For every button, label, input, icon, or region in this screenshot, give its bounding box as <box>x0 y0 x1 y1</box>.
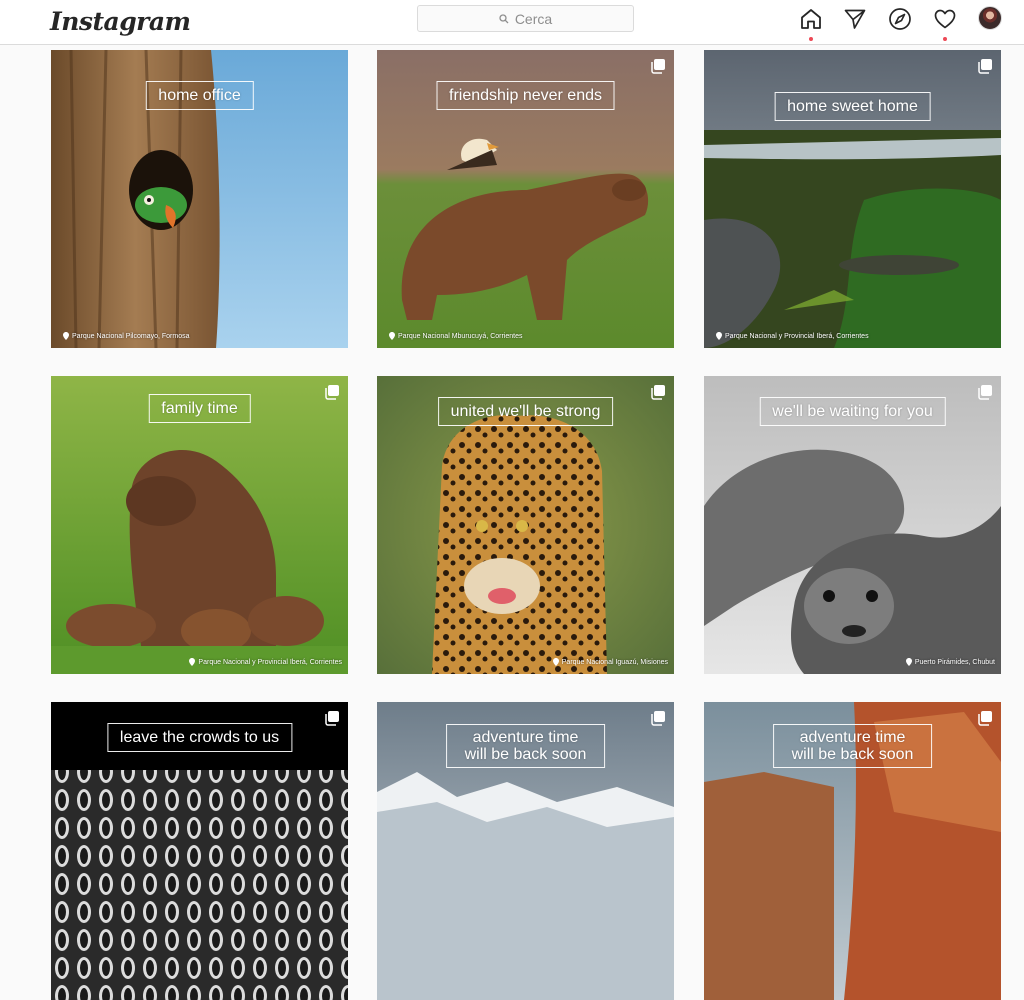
multiple-photos-icon <box>651 385 665 400</box>
home-button[interactable] <box>798 6 824 41</box>
caption-line: adventure time <box>472 729 579 746</box>
post-location: Puerto Pirámides, Chubut <box>905 658 995 666</box>
location-pin-icon <box>905 658 912 666</box>
post-location-text: Puerto Pirámides, Chubut <box>914 658 995 666</box>
post-tile-adventure-time-2[interactable]: adventure time will be back soon <box>704 702 1001 1000</box>
activity-notification-dot <box>943 37 947 41</box>
post-tile-friendship-never-ends[interactable]: friendship never ends Parque Nacional Mb… <box>377 50 674 348</box>
caption-line: will be back soon <box>791 746 914 763</box>
post-tile-well-be-waiting-for-you[interactable]: we'll be waiting for you Puerto Pirámide… <box>704 376 1001 674</box>
location-pin-icon <box>716 332 722 340</box>
post-caption-box: adventure time will be back soon <box>445 724 606 768</box>
post-caption-box: home office <box>145 81 254 110</box>
post-location-text: Parque Nacional Iguazú, Misiones <box>561 658 668 666</box>
post-tile-leave-the-crowds-to-us[interactable]: leave the crowds to us <box>51 702 348 1000</box>
search-icon <box>499 13 509 23</box>
caption-line: will be back soon <box>464 746 587 763</box>
home-notification-dot <box>809 37 813 41</box>
location-pin-icon <box>63 332 69 340</box>
post-tile-home-sweet-home[interactable]: home sweet home Parque Nacional y Provin… <box>704 50 1001 348</box>
profile-avatar[interactable] <box>978 6 1002 30</box>
post-tile-home-office[interactable]: home office Parque Nacional Pilcomayo, F… <box>51 50 348 348</box>
multiple-photos-icon <box>978 385 992 400</box>
post-caption-box: united we'll be strong <box>437 397 614 426</box>
explore-button[interactable] <box>887 6 913 32</box>
post-caption-box: we'll be waiting for you <box>759 397 946 426</box>
post-location: Parque Nacional y Provincial Iberá, Corr… <box>716 332 869 340</box>
post-location: Parque Nacional Pilcomayo, Formosa <box>63 332 190 340</box>
post-tile-family-time[interactable]: family time Parque Nacional y Provincial… <box>51 376 348 674</box>
activity-heart-icon <box>934 9 956 29</box>
post-location-text: Parque Nacional y Provincial Iberá, Corr… <box>198 658 342 666</box>
post-tile-united-well-be-strong[interactable]: united we'll be strong Parque Nacional I… <box>377 376 674 674</box>
caption-line: adventure time <box>799 729 906 746</box>
search-box[interactable]: Cerca <box>417 5 634 32</box>
post-location: Parque Nacional y Provincial Iberá, Corr… <box>189 658 342 666</box>
post-location: Parque Nacional Iguazú, Misiones <box>552 658 668 666</box>
post-caption-box: adventure time will be back soon <box>772 724 933 768</box>
post-location-text: Parque Nacional y Provincial Iberá, Corr… <box>725 332 869 340</box>
home-icon <box>801 9 821 29</box>
multiple-photos-icon <box>978 59 992 74</box>
post-caption-box: leave the crowds to us <box>106 723 293 752</box>
multiple-photos-icon <box>651 711 665 726</box>
top-navigation-bar: Instagram Cerca <box>0 0 1024 45</box>
multiple-photos-icon <box>651 59 665 74</box>
multiple-photos-icon <box>325 385 339 400</box>
post-caption-box: home sweet home <box>774 92 931 121</box>
direct-button[interactable] <box>842 6 868 32</box>
explore-compass-icon <box>889 8 911 30</box>
instagram-logo[interactable]: Instagram <box>50 2 191 42</box>
location-pin-icon <box>552 658 559 666</box>
activity-button[interactable] <box>932 6 958 41</box>
post-location-text: Parque Nacional Pilcomayo, Formosa <box>72 332 190 340</box>
multiple-photos-icon <box>978 711 992 726</box>
post-location: Parque Nacional Mburucuyá, Corrientes <box>389 332 523 340</box>
direct-message-icon <box>844 9 866 29</box>
location-pin-icon <box>189 658 196 666</box>
search-placeholder: Cerca <box>514 10 553 27</box>
post-location-text: Parque Nacional Mburucuyá, Corrientes <box>398 332 523 340</box>
location-pin-icon <box>389 332 395 340</box>
post-caption-box: family time <box>148 394 251 423</box>
post-tile-adventure-time-1[interactable]: adventure time will be back soon <box>377 702 674 1000</box>
post-caption-box: friendship never ends <box>436 81 615 110</box>
multiple-photos-icon <box>325 711 339 726</box>
